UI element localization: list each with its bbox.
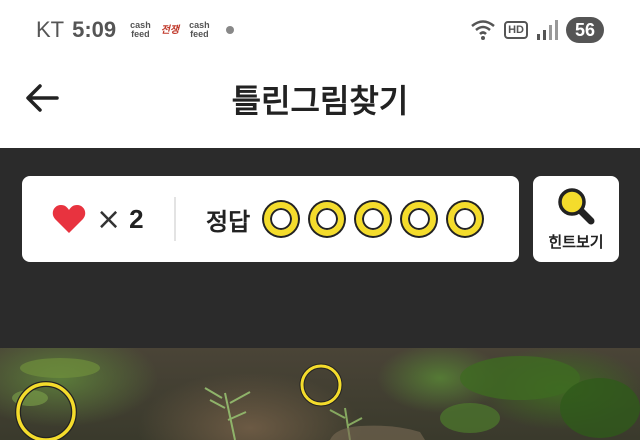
answer-slot — [402, 202, 437, 236]
divider — [174, 197, 176, 241]
answer-slot — [448, 202, 483, 236]
heart-icon — [52, 205, 86, 233]
jar-decoration — [330, 425, 425, 440]
herb-sprig — [204, 387, 251, 440]
page-title: 틀린그림찾기 — [231, 82, 409, 120]
game-panel: × 2 정답 힌트보기 — [0, 148, 640, 348]
found-marker — [16, 382, 76, 440]
game-status-card: × 2 정답 — [22, 176, 519, 262]
app-root: KT 5:09 cash feed 전쟁 cash feed HD 56 틀린그… — [0, 0, 640, 440]
notification-line: 전쟁 — [160, 24, 180, 36]
notification-game-icon: 전쟁 — [160, 24, 180, 36]
foliage-decoration — [560, 378, 640, 438]
foliage-decoration — [440, 403, 500, 433]
leaf-decoration — [20, 358, 100, 378]
hint-label: 힌트보기 — [548, 232, 604, 251]
answers-label: 정답 — [206, 207, 251, 236]
foliage-decoration — [460, 356, 580, 400]
signal-icon — [537, 20, 558, 40]
status-bar: KT 5:09 cash feed 전쟁 cash feed HD 56 — [0, 0, 640, 60]
status-icons: HD 56 — [470, 17, 604, 43]
magnifier-icon — [558, 187, 595, 224]
app-header: 틀린그림찾기 — [0, 60, 640, 148]
answer-slots — [264, 202, 483, 236]
answer-slot — [310, 202, 345, 236]
battery-indicator: 56 — [566, 17, 604, 43]
wifi-icon — [471, 20, 495, 40]
notification-line: feed — [190, 29, 209, 39]
answer-slot — [264, 202, 299, 236]
carrier-label: KT — [36, 17, 65, 42]
notification-cashfeed-icon: cash feed — [189, 21, 210, 39]
answer-slot — [356, 202, 391, 236]
hd-voice-icon: HD — [504, 21, 528, 39]
lives-count: 2 — [129, 203, 144, 234]
hint-button[interactable]: 힌트보기 — [533, 176, 619, 262]
puzzle-image[interactable] — [0, 348, 640, 440]
puzzle-image-scene — [12, 356, 640, 440]
clock: 5:09 — [72, 17, 117, 42]
notification-cashfeed-icon: cash feed — [130, 21, 151, 39]
notification-line: feed — [131, 29, 150, 39]
lives-multiplier: × — [96, 201, 122, 237]
found-marker — [300, 364, 342, 406]
lives-indicator: × 2 — [22, 202, 174, 237]
more-notifications-dot-icon — [225, 26, 234, 34]
